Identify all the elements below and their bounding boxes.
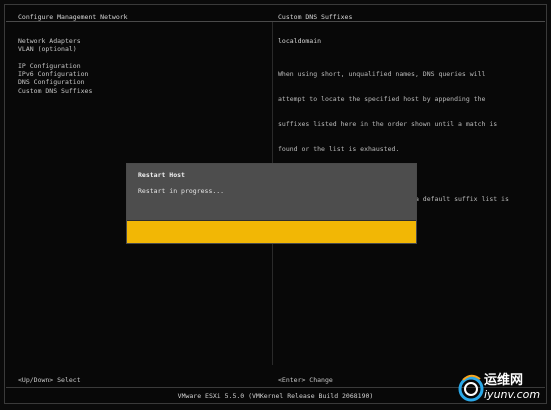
description-paragraph-1: When using short, unqualified names, DNS… bbox=[278, 54, 536, 170]
header-divider bbox=[6, 21, 545, 22]
menu-item-vlan[interactable]: VLAN (optional) bbox=[18, 45, 92, 53]
page-title: Configure Management Network bbox=[18, 13, 128, 21]
menu-spacer bbox=[18, 54, 92, 62]
menu-item-dns-configuration[interactable]: DNS Configuration bbox=[18, 78, 92, 86]
description-line: found or the list is exhausted. bbox=[278, 144, 400, 153]
description-line: When using short, unqualified names, DNS… bbox=[278, 70, 486, 79]
restart-host-dialog: Restart Host Restart in progress... bbox=[126, 163, 417, 244]
watermark-ring-outer bbox=[458, 376, 484, 402]
menu-list: Network Adapters VLAN (optional) IP Conf… bbox=[18, 37, 92, 95]
watermark-title: 运维网 bbox=[484, 373, 524, 388]
watermark-domain: iyunv.com bbox=[484, 388, 541, 401]
section-title: Custom DNS Suffixes bbox=[278, 13, 353, 21]
esxi-dcui-screen: Configure Management Network Custom DNS … bbox=[0, 0, 551, 410]
change-hint: <Enter> Change bbox=[278, 376, 333, 384]
menu-item-ipv6-configuration[interactable]: IPv6 Configuration bbox=[18, 70, 92, 78]
menu-item-custom-dns-suffixes[interactable]: Custom DNS Suffixes bbox=[18, 87, 92, 95]
dns-suffix-value: localdomain bbox=[278, 37, 322, 45]
dialog-message: Restart in progress... bbox=[138, 187, 225, 195]
menu-item-ip-configuration[interactable]: IP Configuration bbox=[18, 62, 92, 70]
menu-item-network-adapters[interactable]: Network Adapters bbox=[18, 37, 92, 45]
watermark-ring-inner bbox=[464, 382, 478, 396]
dialog-status-bar bbox=[127, 221, 416, 243]
description-line: suffixes listed here in the order shown … bbox=[278, 119, 498, 128]
description-line: attempt to locate the specified host by … bbox=[278, 95, 486, 104]
select-hint: <Up/Down> Select bbox=[18, 376, 81, 384]
dialog-title: Restart Host bbox=[138, 171, 185, 179]
